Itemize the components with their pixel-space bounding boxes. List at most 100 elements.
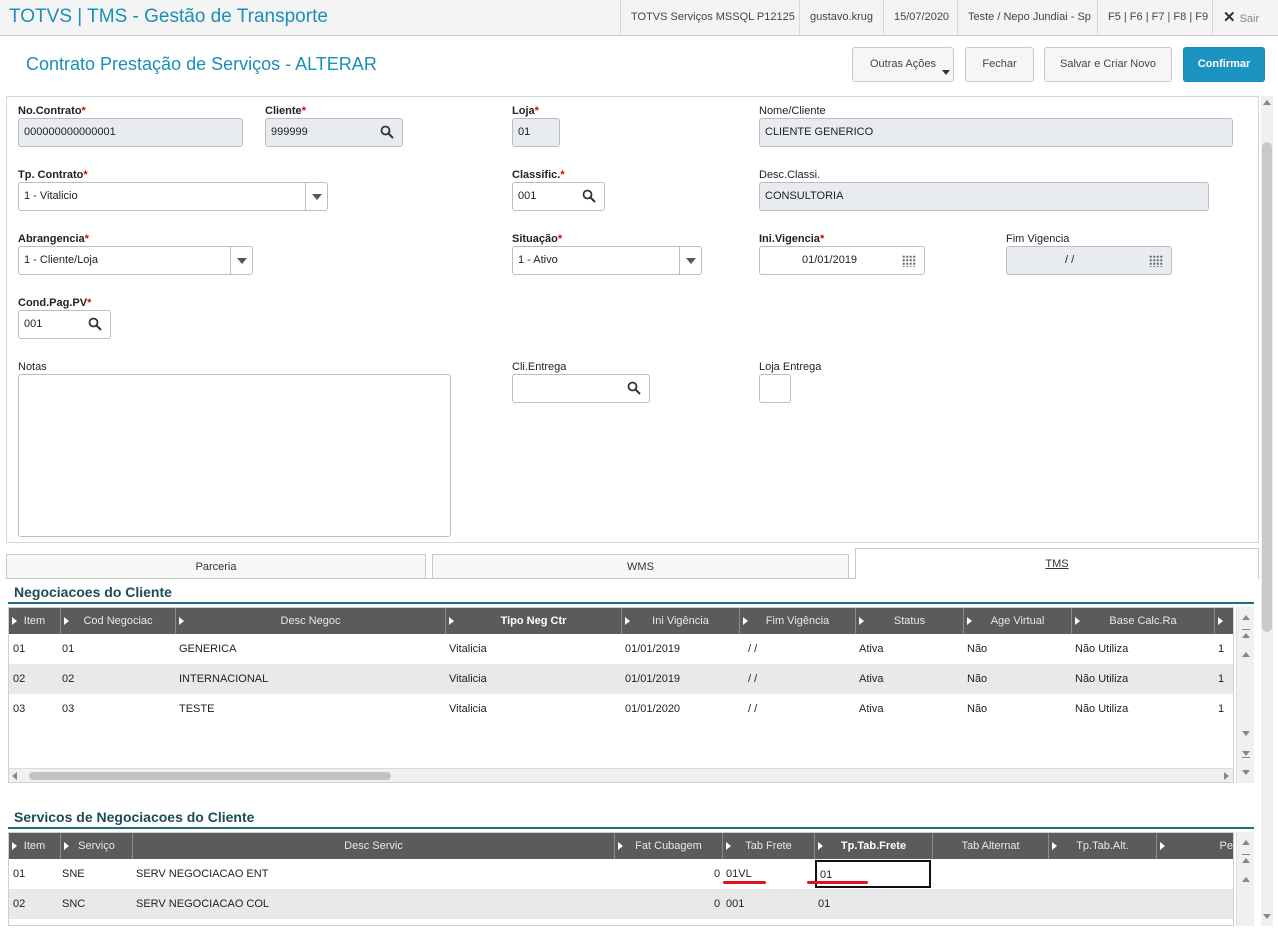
col-tp-tab-frete[interactable]: Tp.Tab.Frete [815,833,933,859]
search-icon[interactable] [380,125,394,139]
tp-contrato-value: 1 - Vitalicio [24,190,78,202]
scroll-top-line [1242,854,1250,855]
search-icon[interactable] [582,189,596,203]
chevron-down-icon[interactable] [230,247,252,274]
search-icon[interactable] [88,317,102,331]
cell-item: 02 [13,898,26,910]
close-button[interactable]: Fechar [965,47,1034,82]
page-scroll-thumb[interactable] [1262,142,1272,632]
calendar-icon[interactable] [902,255,916,267]
confirm-button[interactable]: Confirmar [1183,47,1265,82]
cond-pag-label: Cond.Pag.PV* [18,297,92,309]
cell-cod: 01 [62,643,75,655]
col-fim-vigencia[interactable]: Fim Vigência [740,608,856,634]
col-tab-frete[interactable]: Tab Frete [723,833,815,859]
nome-cliente-field[interactable]: CLIENTE GENERICO [759,118,1233,147]
scroll-up-icon[interactable] [1242,840,1250,845]
cell-item: 02 [13,673,26,685]
abrangencia-select[interactable]: 1 - Cliente/Loja [18,246,253,275]
col-tab-alternat[interactable]: Tab Alternat [933,833,1049,859]
cell-tab-frete[interactable]: 01VL [726,859,752,889]
annotation-underline [723,881,766,884]
scroll-left-icon[interactable] [12,772,17,780]
branch-info[interactable]: Teste / Nepo Jundiai - Sp [957,0,1101,35]
col-status[interactable]: Status [856,608,964,634]
servicos-scrollbar[interactable] [1236,832,1254,926]
tab-tms[interactable]: TMS [855,548,1259,579]
classific-field[interactable]: 001 [512,182,605,211]
scroll-top-icon[interactable] [1242,633,1250,638]
loja-entrega-field[interactable] [759,374,791,403]
cond-pag-field[interactable]: 001 [18,310,111,339]
search-icon[interactable] [627,381,641,395]
tab-wms[interactable]: WMS [432,554,849,579]
cell-servico: SNE [62,868,85,880]
scroll-bottom-icon[interactable] [1242,751,1250,756]
col-fat-cubagem[interactable]: Fat Cubagem [615,833,723,859]
ini-vigencia-field[interactable]: 01/01/2019 [759,246,925,275]
col-more[interactable] [1215,608,1233,634]
cliente-field[interactable]: 999999 [265,118,403,147]
page-scrollbar[interactable] [1261,96,1273,926]
table-row[interactable]: 02 SNC SERV NEGOCIACAO COL 0 001 01 [9,889,1233,919]
notas-label: Notas [18,361,47,373]
cell-tab-frete[interactable]: 001 [726,889,744,919]
tab-divider [6,578,855,579]
scroll-down-icon[interactable] [1263,914,1271,919]
date-info: 15/07/2020 [883,0,959,35]
other-actions-button[interactable]: Outras Ações [852,47,954,82]
col-age-virtual[interactable]: Age Virtual [964,608,1072,634]
page-up-icon[interactable] [1242,652,1250,657]
situacao-select[interactable]: 1 - Ativo [512,246,702,275]
table-row[interactable]: 01 01 GENERICA Vitalicia 01/01/2019 / / … [9,634,1233,664]
page-down-icon[interactable] [1242,731,1250,736]
scroll-up-icon[interactable] [1263,100,1271,105]
scroll-right-icon[interactable] [1224,772,1229,780]
no-contrato-field[interactable]: 000000000000001 [18,118,243,147]
notas-textarea[interactable] [18,374,451,537]
exit-button[interactable]: ✕ Sair [1212,0,1259,35]
sort-arrow-icon [818,842,823,850]
classific-value: 001 [518,190,537,202]
col-pe[interactable]: Pe [1157,833,1233,859]
scroll-up-icon[interactable] [1242,615,1250,620]
col-ini-vigencia[interactable]: Ini Vigência [622,608,740,634]
loja-field[interactable]: 01 [512,118,560,147]
cliente-label: Cliente* [265,105,306,117]
col-item[interactable]: Item [9,608,61,634]
table-row[interactable]: 03 03 TESTE Vitalicia 01/01/2020 / / Ati… [9,694,1233,724]
tab-parceria[interactable]: Parceria [6,554,426,579]
sort-arrow-icon [618,842,623,850]
abrangencia-label: Abrangencia* [18,233,89,245]
fim-vigencia-field[interactable]: / / [1006,246,1172,275]
page-up-icon[interactable] [1242,877,1250,882]
col-tipo-neg-ctr[interactable]: Tipo Neg Ctr [446,608,622,634]
col-item[interactable]: Item [9,833,61,859]
col-tp-tab-alt[interactable]: Tp.Tab.Alt. [1049,833,1157,859]
scroll-top-icon[interactable] [1242,858,1250,863]
cell-tp-tab-frete[interactable]: 01 [818,889,830,919]
sort-arrow-icon [64,842,69,850]
horizontal-scrollbar[interactable] [9,768,1233,782]
sort-arrow-icon [1218,617,1223,625]
chevron-down-icon[interactable] [679,247,701,274]
nome-cliente-label: Nome/Cliente [759,105,826,117]
col-servico[interactable]: Serviço [61,833,133,859]
save-and-new-button[interactable]: Salvar e Criar Novo [1044,47,1172,82]
cli-entrega-field[interactable] [512,374,650,403]
scroll-down-icon[interactable] [1242,770,1250,775]
tp-contrato-select[interactable]: 1 - Vitalicio [18,182,328,211]
negociacoes-scrollbar[interactable] [1236,607,1254,783]
horizontal-scroll-thumb[interactable] [29,772,391,780]
other-actions-label: Outras Ações [869,58,937,70]
desc-classi-field[interactable]: CONSULTORIA [759,182,1209,211]
col-base-calc[interactable]: Base Calc.Ra [1072,608,1215,634]
calendar-icon[interactable] [1149,255,1163,267]
col-desc-negoc[interactable]: Desc Negoc [176,608,446,634]
col-cod-negociac[interactable]: Cod Negociac [61,608,176,634]
chevron-down-icon[interactable] [305,183,327,210]
table-row[interactable]: 02 02 INTERNACIONAL Vitalicia 01/01/2019… [9,664,1233,694]
table-row[interactable]: 01 SNE SERV NEGOCIACAO ENT 0 01VL 01 [9,859,1233,889]
sort-arrow-icon [625,617,630,625]
sort-arrow-icon [449,617,454,625]
